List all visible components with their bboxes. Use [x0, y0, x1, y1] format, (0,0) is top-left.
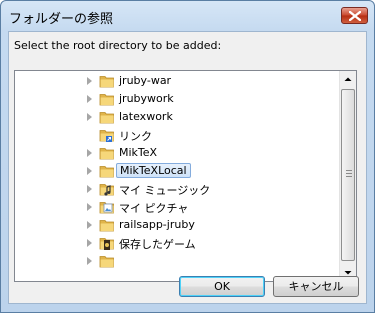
folder-icon	[99, 253, 115, 269]
tree-item-label: マイ ピクチャ	[119, 202, 189, 215]
expand-arrow-icon[interactable]	[87, 257, 92, 265]
tree-item[interactable]: MikTeXLocal	[15, 162, 340, 180]
expand-arrow-icon[interactable]	[87, 77, 92, 85]
tree-item-label: マイ ミュージック	[119, 184, 211, 197]
folder-tree[interactable]: jruby-war jrubywork latexwork リンク MikTeX MikT…	[14, 70, 357, 282]
expand-arrow-icon[interactable]	[87, 113, 92, 121]
close-icon	[349, 11, 361, 21]
title-bar[interactable]: フォルダーの参照	[1, 1, 374, 31]
tree-item[interactable]: jrubywork	[15, 90, 340, 108]
expand-arrow-icon[interactable]	[87, 203, 92, 211]
scroll-thumb[interactable]	[341, 89, 355, 261]
grip-line	[346, 170, 352, 171]
browse-folder-dialog: フォルダーの参照 Select the root directory to be…	[0, 0, 375, 313]
expand-arrow-icon[interactable]	[87, 167, 92, 175]
instruction-text: Select the root directory to be added:	[14, 39, 222, 52]
grip-line	[346, 173, 352, 174]
pictures-folder-icon	[99, 199, 115, 215]
tree-item[interactable]: マイ ピクチャ	[15, 198, 340, 216]
vertical-scrollbar[interactable]	[339, 71, 356, 281]
scroll-up-button[interactable]	[340, 71, 356, 87]
tree-item-label: latexwork	[119, 110, 173, 123]
cancel-button[interactable]: キャンセル	[273, 276, 359, 297]
tree-item[interactable]: MikTeX	[15, 144, 340, 162]
expand-arrow-icon[interactable]	[87, 221, 92, 229]
tree-item[interactable]: 保存したゲーム	[15, 234, 340, 252]
tree-item[interactable]: jruby-war	[15, 72, 340, 90]
tree-item-label: railsapp-jruby	[119, 218, 195, 231]
folder-icon	[99, 163, 115, 179]
saved-games-folder-icon	[99, 235, 115, 251]
tree-item[interactable]: railsapp-jruby	[15, 216, 340, 234]
scroll-up-icon	[344, 77, 352, 81]
tree-item[interactable]: リンク	[15, 126, 340, 144]
tree-item-label: jruby-war	[119, 74, 172, 87]
folder-icon	[99, 145, 115, 161]
folder-tree-list: jruby-war jrubywork latexwork リンク MikTeX MikT…	[15, 71, 340, 281]
folder-icon	[99, 91, 115, 107]
tree-item[interactable]	[15, 252, 340, 270]
folder-icon	[99, 109, 115, 125]
tree-item-label: MikTeX	[119, 146, 158, 159]
music-folder-icon	[99, 181, 115, 197]
ok-button[interactable]: OK	[179, 276, 265, 297]
tree-item-label: MikTeXLocal	[116, 163, 191, 178]
folder-icon	[99, 73, 115, 89]
tree-item-label: 保存したゲーム	[119, 238, 196, 251]
links-folder-icon	[99, 127, 115, 143]
expand-arrow-icon[interactable]	[87, 95, 92, 103]
expand-arrow-icon[interactable]	[87, 149, 92, 157]
tree-item[interactable]: マイ ミュージック	[15, 180, 340, 198]
close-button[interactable]	[341, 7, 368, 24]
dialog-body: Select the root directory to be added: j…	[8, 31, 367, 304]
tree-item-label: jrubywork	[119, 92, 174, 105]
window-title: フォルダーの参照	[9, 12, 114, 27]
grip-line	[346, 176, 352, 177]
expand-arrow-icon[interactable]	[87, 185, 92, 193]
tree-item[interactable]: latexwork	[15, 108, 340, 126]
folder-icon	[99, 217, 115, 233]
tree-item-label: リンク	[119, 130, 152, 143]
expand-arrow-icon[interactable]	[87, 239, 92, 247]
